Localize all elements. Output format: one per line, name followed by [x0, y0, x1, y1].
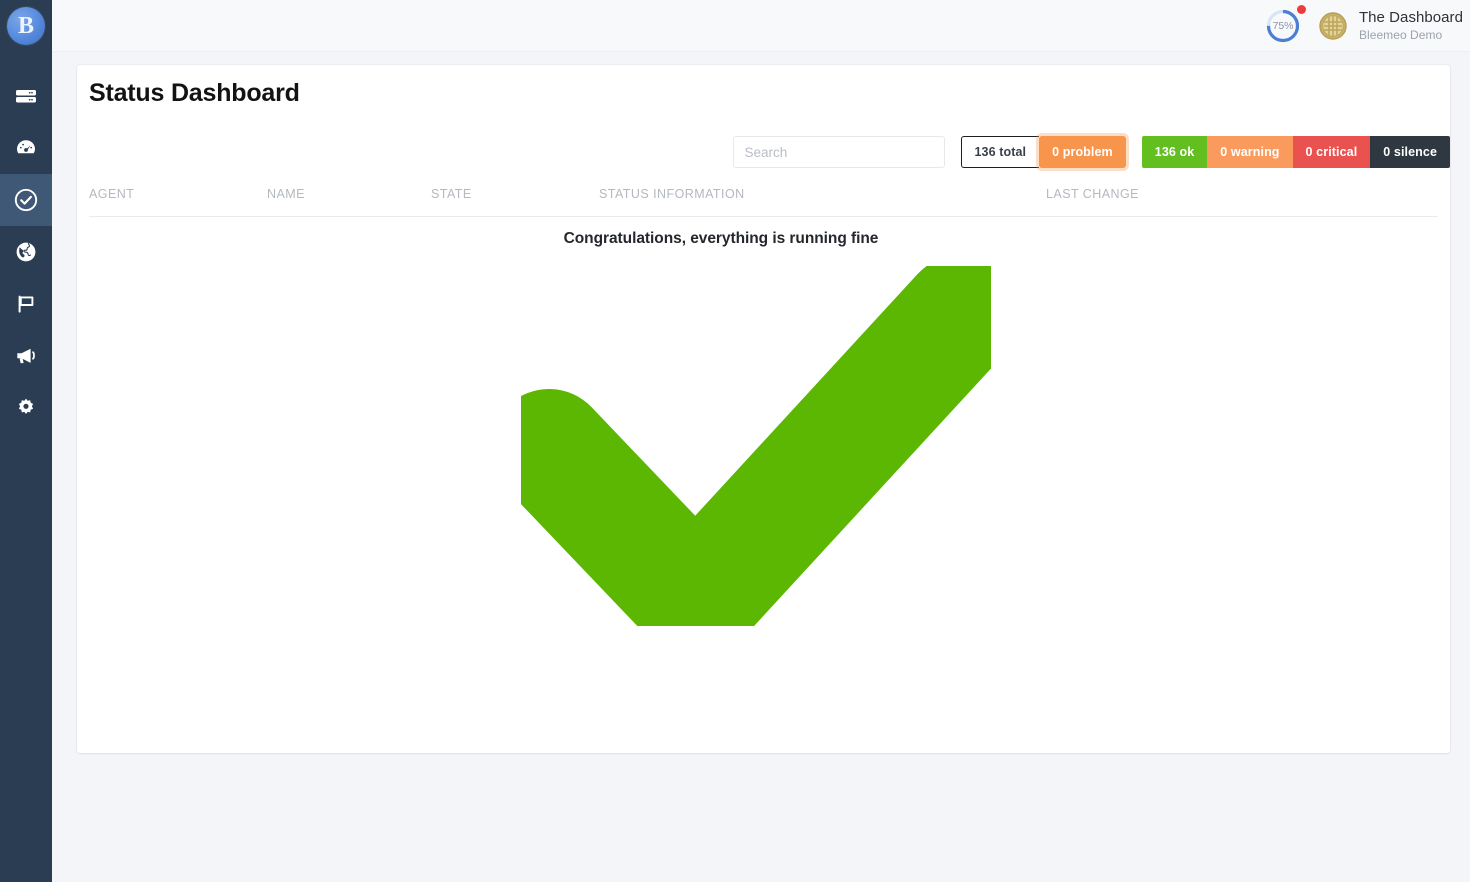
column-header-status[interactable]: STATUS INFORMATION [599, 187, 745, 201]
empty-state: Congratulations, everything is running f… [77, 230, 1450, 626]
sidebar-item-settings[interactable] [0, 382, 52, 434]
notification-dot[interactable] [1296, 5, 1306, 14]
filter-ok-button[interactable]: 136 ok [1141, 136, 1208, 168]
sidebar-item-status[interactable] [0, 174, 52, 226]
column-header-agent[interactable]: AGENT [89, 187, 134, 201]
check-circle-icon [12, 186, 40, 214]
bleemeo-logo-icon: B [7, 7, 45, 45]
sidebar-item-alerts[interactable] [0, 330, 52, 382]
search-input[interactable] [732, 136, 945, 168]
empty-state-message: Congratulations, everything is running f… [563, 230, 879, 247]
filter-group-states: 136 ok 0 warning 0 critical 0 silence [1141, 136, 1450, 168]
top-header-bar: 75% The Dashboard Bleemeo Demo [52, 0, 1470, 52]
filter-warning-button[interactable]: 0 warning [1207, 136, 1293, 168]
gear-icon [13, 395, 39, 421]
page-title: Status Dashboard [89, 79, 300, 107]
account-title: The Dashboard [1358, 8, 1463, 26]
globe-icon [13, 239, 39, 265]
column-header-name[interactable]: NAME [267, 187, 305, 201]
sidebar-item-reports[interactable] [0, 278, 52, 330]
sidebar-item-monitors[interactable] [0, 226, 52, 278]
gauge-icon [13, 135, 39, 161]
toolbar: 136 total 0 problem 136 ok 0 warning 0 c… [732, 136, 1450, 168]
flag-icon [13, 291, 39, 317]
filter-total-button[interactable]: 136 total [960, 136, 1040, 168]
filter-silence-button[interactable]: 0 silence [1370, 136, 1450, 168]
account-menu[interactable]: The Dashboard Bleemeo Demo [1318, 9, 1463, 44]
setup-progress-ring[interactable]: 75% [1262, 5, 1306, 47]
account-text: The Dashboard Bleemeo Demo [1359, 9, 1463, 44]
gold-badge-icon [1318, 11, 1348, 41]
app-logo[interactable]: B [0, 0, 52, 52]
status-dashboard-card: Status Dashboard 136 total 0 problem 136… [77, 65, 1450, 753]
main-content: Status Dashboard 136 total 0 problem 136… [52, 52, 1470, 882]
sidebar-item-dashboards[interactable] [0, 122, 52, 174]
account-subtitle: Bleemeo Demo [1358, 28, 1443, 43]
filter-group-primary: 136 total 0 problem [960, 136, 1126, 168]
sidebar-item-servers[interactable] [0, 70, 52, 122]
filter-critical-button[interactable]: 0 critical [1292, 136, 1371, 168]
servers-icon [13, 83, 39, 109]
megaphone-icon [13, 343, 39, 369]
filter-problem-button[interactable]: 0 problem [1039, 136, 1126, 168]
sidebar: B [0, 0, 52, 882]
column-header-state[interactable]: STATE [431, 187, 472, 201]
header-right-cluster: 75% The Dashboard Bleemeo Demo [1262, 0, 1463, 52]
column-header-last-change[interactable]: LAST CHANGE [1046, 187, 1139, 201]
green-checkmark-icon [61, 266, 1450, 626]
table-header-row: AGENT NAME STATE STATUS INFORMATION LAST… [89, 185, 1438, 217]
